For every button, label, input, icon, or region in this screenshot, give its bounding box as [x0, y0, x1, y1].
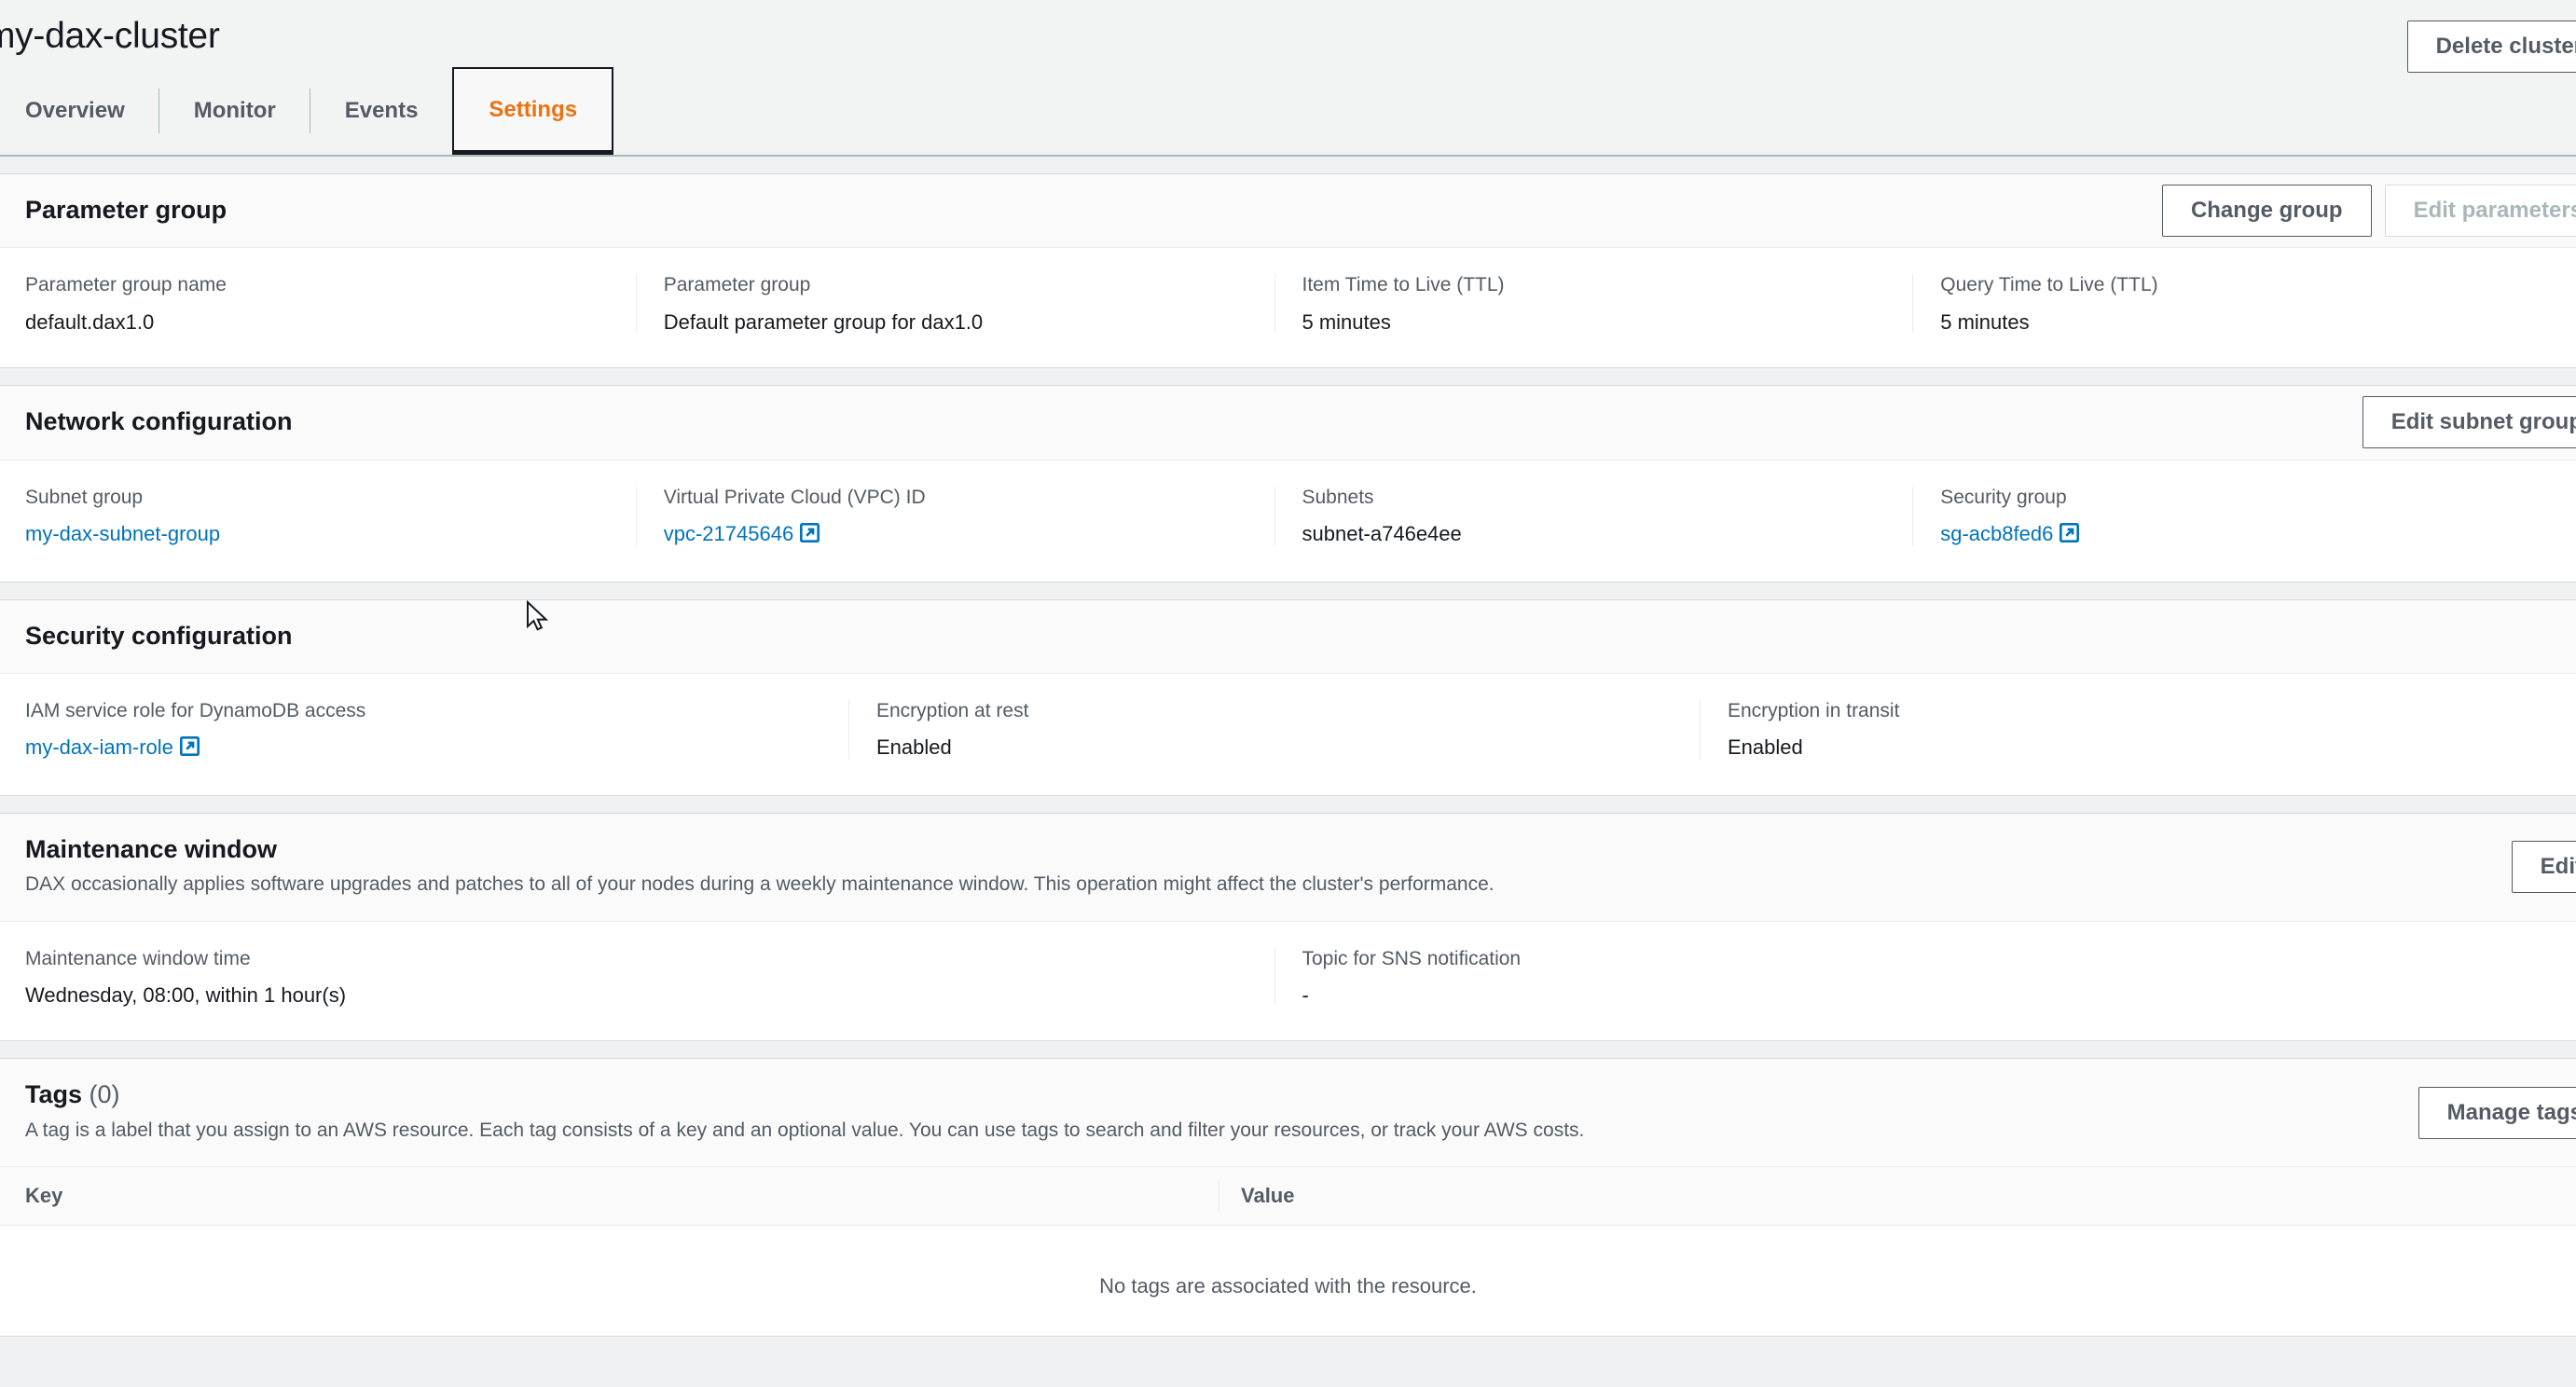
detail-encryption-at-rest: Encryption at rest Enabled: [848, 698, 1700, 763]
maintenance-window-header: Maintenance window DAX occasionally appl…: [0, 813, 2576, 922]
field-value: sg-acb8fed6: [1940, 521, 2523, 550]
detail-iam-service-role: IAM service role for DynamoDB access my-…: [25, 698, 848, 763]
dax-cluster-settings-page: my-dax-cluster Delete cluster Overview M…: [0, 0, 2576, 1387]
tags-title-text: Tags: [25, 1080, 83, 1109]
tags-column-value: Value: [1219, 1180, 1294, 1213]
tags-description: A tag is a label that you assign to an A…: [25, 1119, 1585, 1141]
tags-table-header-row: Key Value: [0, 1167, 2576, 1227]
tab-settings-label: Settings: [489, 96, 578, 122]
security-configuration-details: IAM service role for DynamoDB access my-…: [0, 674, 2576, 795]
page-header: my-dax-cluster Delete cluster Overview M…: [0, 0, 2576, 157]
security-configuration-title: Security configuration: [25, 621, 293, 650]
field-label: Topic for SNS notification: [1302, 947, 1522, 969]
maintenance-window-details: Maintenance window time Wednesday, 08:00…: [0, 922, 2576, 1041]
detail-maintenance-window-time: Maintenance window time Wednesday, 08:00…: [25, 946, 1274, 1009]
field-value: subnet-a746e4ee: [1302, 521, 1462, 545]
detail-query-ttl: Query Time to Live (TTL) 5 minutes: [1912, 272, 2551, 336]
section-gap: [0, 157, 2576, 173]
field-label: Subnet group: [25, 486, 144, 508]
field-label: Parameter group name: [25, 274, 227, 296]
detail-parameter-group-name: Parameter group name default.dax1.0: [25, 272, 636, 336]
network-configuration-header: Network configuration Edit subnet group: [0, 386, 2576, 460]
detail-sns-topic: Topic for SNS notification -: [1274, 946, 2552, 1009]
field-label: Security group: [1940, 486, 2067, 508]
field-label: Maintenance window time: [25, 947, 251, 969]
external-link-icon: [800, 522, 820, 550]
tab-bar: Overview Monitor Events Settings: [0, 67, 614, 155]
network-configuration-actions: Edit subnet group: [2362, 396, 2576, 449]
maintenance-window-section: Maintenance window DAX occasionally appl…: [0, 812, 2576, 1042]
security-configuration-section: Security configuration IAM service role …: [0, 598, 2576, 796]
security-group-link[interactable]: sg-acb8fed6: [1940, 522, 2053, 545]
tab-events[interactable]: Events: [310, 67, 453, 155]
manage-tags-button[interactable]: Manage tags: [2418, 1086, 2576, 1139]
parameter-group-section: Parameter group Change group Edit parame…: [0, 173, 2576, 369]
maintenance-window-title: Maintenance window: [25, 834, 278, 863]
page-title: my-dax-cluster: [0, 16, 220, 56]
detail-encryption-in-transit: Encryption in transit Enabled: [1700, 698, 2551, 763]
tab-events-label: Events: [344, 98, 419, 123]
tags-count: (0): [89, 1080, 120, 1109]
section-gap: [0, 368, 2576, 386]
detail-security-group: Security group sg-acb8fed6: [1912, 485, 2551, 550]
field-value: Enabled: [1728, 735, 1803, 760]
detail-subnet-group: Subnet group my-dax-subnet-group: [25, 485, 636, 550]
tags-actions: Manage tags: [2418, 1086, 2576, 1139]
change-group-button[interactable]: Change group: [2161, 185, 2372, 238]
tab-overview[interactable]: Overview: [0, 67, 159, 155]
field-value: 5 minutes: [1940, 309, 2030, 334]
field-label: Item Time to Live (TTL): [1302, 274, 1505, 296]
tags-column-key: Key: [25, 1184, 63, 1208]
tab-monitor[interactable]: Monitor: [159, 67, 310, 155]
field-value: 5 minutes: [1302, 309, 1391, 334]
parameter-group-header: Parameter group Change group Edit parame…: [0, 174, 2576, 249]
field-value: my-dax-iam-role: [25, 735, 820, 763]
field-label: Virtual Private Cloud (VPC) ID: [663, 486, 926, 508]
field-value: Wednesday, 08:00, within 1 hour(s): [25, 982, 347, 1007]
section-gap: [0, 1041, 2576, 1059]
field-value: my-dax-subnet-group: [25, 521, 608, 548]
edit-subnet-group-button[interactable]: Edit subnet group: [2362, 396, 2576, 449]
parameter-group-actions: Change group Edit parameters: [2161, 185, 2576, 238]
vpc-id-link[interactable]: vpc-21745646: [664, 522, 793, 545]
field-value: Enabled: [876, 735, 952, 760]
detail-subnets: Subnets subnet-a746e4ee: [1274, 485, 1913, 550]
network-configuration-section: Network configuration Edit subnet group …: [0, 385, 2576, 583]
tab-monitor-label: Monitor: [193, 98, 276, 123]
tags-header: Tags (0) A tag is a label that you assig…: [0, 1059, 2576, 1168]
tab-overview-label: Overview: [25, 98, 125, 123]
tags-title: Tags (0): [25, 1079, 2551, 1109]
detail-parameter-group: Parameter group Default parameter group …: [635, 272, 1274, 336]
external-link-icon: [2059, 522, 2080, 550]
field-label: Parameter group: [663, 274, 811, 296]
detail-vpc-id: Virtual Private Cloud (VPC) ID vpc-21745…: [635, 485, 1274, 550]
maintenance-window-description: DAX occasionally applies software upgrad…: [25, 873, 1495, 896]
section-gap: [0, 582, 2576, 599]
field-label: IAM service role for DynamoDB access: [25, 699, 366, 721]
field-label: Subnets: [1302, 486, 1374, 508]
external-link-icon: [179, 736, 200, 763]
delete-cluster-button[interactable]: Delete cluster: [2406, 21, 2576, 73]
field-value: Default parameter group for dax1.0: [663, 309, 984, 334]
tab-settings[interactable]: Settings: [452, 67, 614, 155]
iam-role-link[interactable]: my-dax-iam-role: [25, 735, 173, 759]
tags-section: Tags (0) A tag is a label that you assig…: [0, 1058, 2576, 1338]
field-value: default.dax1.0: [25, 309, 155, 334]
field-value: vpc-21745646: [664, 521, 1247, 550]
edit-maintenance-window-button[interactable]: Edit: [2511, 841, 2576, 894]
security-configuration-header: Security configuration: [0, 599, 2576, 674]
field-label: Encryption in transit: [1728, 699, 1900, 721]
detail-item-ttl: Item Time to Live (TTL) 5 minutes: [1274, 272, 1913, 336]
field-value: -: [1302, 982, 1309, 1007]
section-gap: [0, 795, 2576, 813]
network-configuration-details: Subnet group my-dax-subnet-group Virtual…: [0, 460, 2576, 582]
edit-parameters-button[interactable]: Edit parameters: [2384, 185, 2576, 238]
network-configuration-title: Network configuration: [25, 407, 293, 436]
subnet-group-link[interactable]: my-dax-subnet-group: [25, 522, 220, 545]
parameter-group-details: Parameter group name default.dax1.0 Para…: [0, 248, 2576, 367]
maintenance-window-actions: Edit: [2511, 841, 2576, 894]
field-label: Query Time to Live (TTL): [1940, 274, 2158, 296]
tags-empty-message: No tags are associated with the resource…: [0, 1226, 2576, 1337]
field-label: Encryption at rest: [876, 699, 1029, 721]
